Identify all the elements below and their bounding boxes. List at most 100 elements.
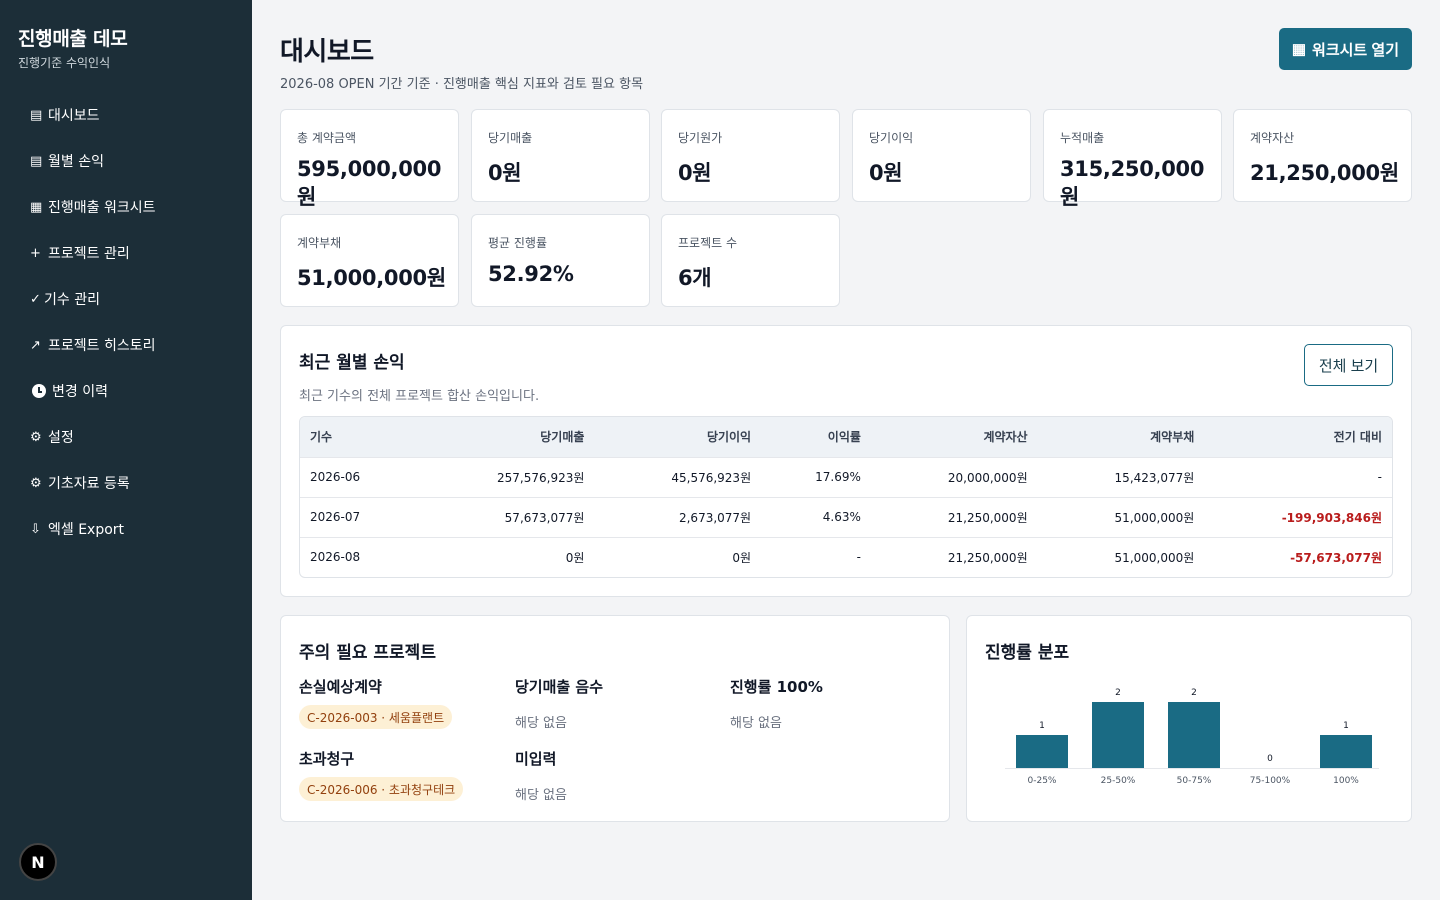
sidebar-item-label: 엑셀 Export (48, 522, 125, 538)
list-icon: ▤ (30, 153, 43, 169)
column-header: 기수 (310, 430, 333, 445)
table-cell: 2026-08 (300, 536, 405, 577)
sidebar-item-monthly-pl[interactable]: ▤ 월별 손익 (0, 138, 252, 184)
kpi-label: 누적매출 (1060, 131, 1105, 145)
table-cell-negative: -199,903,846원 (1204, 496, 1392, 537)
attention-projects-card: 주의 필요 프로젝트 손실예상계약 C-2026-003 · 세움플랜트 당기매… (280, 615, 950, 822)
table-cell: 21,250,000원 (870, 496, 1038, 537)
page-subtitle: 2026-08 OPEN 기간 기준 · 진행매출 핵심 지표와 검토 필요 항… (280, 77, 644, 92)
chart-data-label: 1 (1343, 721, 1349, 731)
negative-revenue-empty: 해당 없음 (515, 716, 567, 731)
column-header: 이익률 (827, 430, 861, 445)
gear-icon: ⚙ (30, 475, 42, 491)
kpi-card-avg-progress: 평균 진행률 52.92% (471, 214, 650, 307)
table-row: 2026-07 57,673,077원 2,673,077원 4.63% 21,… (300, 496, 1392, 537)
sidebar-item-history[interactable]: ↗ 프로젝트 히스토리 (0, 322, 252, 368)
kpi-value: 315,250,000원 (1060, 157, 1205, 209)
brand-subtitle: 진행기준 수익인식 (18, 56, 111, 70)
chart-category-label: 50-75% (1177, 776, 1212, 786)
over-billing-project-pill[interactable]: C-2026-006 · 초과청구테크 (299, 777, 464, 801)
trend-arrow-icon: ↗ (30, 337, 41, 353)
nextjs-logo-button[interactable]: N (19, 843, 57, 881)
kpi-card-contract-asset: 계약자산 21,250,000원 (1233, 109, 1412, 202)
sidebar-item-label: 대시보드 (48, 108, 100, 124)
missing-input-title: 미입력 (515, 750, 557, 768)
table-row: 2026-06 257,576,923원 45,576,923원 17.69% … (300, 456, 1392, 497)
chart-category-label: 100% (1333, 776, 1359, 786)
check-icon: ✓ (30, 291, 41, 307)
table-header-row: 기수 당기매출 당기이익 이익률 계약자산 계약부채 전기 대비 (300, 417, 1392, 457)
kpi-value: 51,000,000원 (297, 266, 446, 290)
grid-icon: ▦ (30, 199, 43, 215)
sidebar-item-label: 프로젝트 히스토리 (48, 338, 156, 354)
chart-data-label: 1 (1039, 721, 1045, 731)
progress-distribution-chart: 1 0-25% 2 25-50% 2 50-75% 0 75-100% 1 100% (1005, 688, 1379, 786)
table-cell: 0원 (594, 536, 762, 577)
chart-data-label: 2 (1115, 688, 1121, 698)
kpi-card-cumulative-revenue: 누적매출 315,250,000원 (1043, 109, 1222, 209)
column-header: 당기이익 (706, 430, 752, 445)
sidebar-item-dashboard[interactable]: ▤ 대시보드 (0, 92, 252, 138)
grid-icon: ▦ (1291, 41, 1307, 58)
kpi-value: 0원 (488, 161, 522, 185)
kpi-card-contract-liability: 계약부채 51,000,000원 (280, 214, 459, 307)
kpi-value: 6개 (678, 266, 712, 290)
table-cell: 257,576,923원 (404, 456, 595, 497)
sidebar-nav: ▤ 대시보드 ▤ 월별 손익 ▦ 진행매출 워크시트 + 프로젝트 관리 ✓ 기… (0, 92, 252, 552)
chart-category-label: 25-50% (1101, 776, 1136, 786)
sidebar-item-label: 프로젝트 관리 (48, 246, 130, 262)
sidebar-item-excel-export[interactable]: ⇩ 엑셀 Export (0, 506, 252, 552)
clock-icon (32, 384, 46, 398)
table-cell: 51,000,000원 (1037, 536, 1205, 577)
chart-bar (1320, 735, 1372, 768)
table-cell: 51,000,000원 (1037, 496, 1205, 537)
main-content: 대시보드 2026-08 OPEN 기간 기준 · 진행매출 핵심 지표와 검토… (280, 0, 1412, 900)
table-row: 2026-08 0원 0원 - 21,250,000원 51,000,000원 … (300, 536, 1392, 577)
kpi-card-project-count: 프로젝트 수 6개 (661, 214, 840, 307)
sidebar-item-label: 기초자료 등록 (48, 476, 130, 492)
kpi-label: 당기원가 (678, 131, 723, 145)
progress-full-empty: 해당 없음 (730, 716, 782, 731)
sidebar-item-label: 변경 이력 (52, 384, 108, 400)
plus-icon: + (30, 245, 41, 261)
table-cell: - (1204, 456, 1392, 497)
monthly-pl-card: 최근 월별 손익 최근 기수의 전체 프로젝트 합산 손익입니다. 전체 보기 … (280, 325, 1412, 597)
chart-data-label: 2 (1191, 688, 1197, 698)
column-header: 계약자산 (983, 430, 1028, 445)
column-header: 전기 대비 (1333, 430, 1382, 445)
table-cell: 0원 (404, 536, 595, 577)
sidebar-item-settings[interactable]: ⚙ 설정 (0, 414, 252, 460)
attention-title: 주의 필요 프로젝트 (299, 643, 436, 663)
sidebar-item-label: 설정 (48, 430, 74, 446)
kpi-label: 당기매출 (488, 131, 533, 145)
table-cell: - (761, 536, 871, 577)
table-cell: 21,250,000원 (870, 536, 1038, 577)
kpi-card-current-profit: 당기이익 0원 (852, 109, 1031, 202)
sidebar-item-projects[interactable]: + 프로젝트 관리 (0, 230, 252, 276)
loss-contract-title: 손실예상계약 (299, 678, 382, 696)
column-header: 계약부채 (1150, 430, 1195, 445)
over-billing-title: 초과청구 (299, 750, 355, 768)
kpi-label: 당기이익 (869, 131, 914, 145)
kpi-label: 총 계약금액 (297, 131, 357, 145)
monthly-pl-subtitle: 최근 기수의 전체 프로젝트 합산 손익입니다. (299, 389, 540, 404)
sidebar-item-worksheet[interactable]: ▦ 진행매출 워크시트 (0, 184, 252, 230)
gear-icon: ⚙ (30, 429, 42, 445)
sidebar-item-periods[interactable]: ✓ 기수 관리 (0, 276, 252, 322)
progress-full-title: 진행률 100% (730, 678, 823, 696)
open-worksheet-button[interactable]: ▦ 워크시트 열기 (1278, 28, 1412, 70)
chart-bar (1016, 735, 1068, 768)
table-cell-negative: -57,673,077원 (1204, 536, 1392, 577)
list-icon: ▤ (30, 107, 43, 123)
table-cell: 15,423,077원 (1037, 456, 1205, 497)
sidebar-item-changelog[interactable]: 변경 이력 (0, 368, 252, 414)
kpi-value: 595,000,000원 (297, 157, 442, 209)
open-worksheet-label: 워크시트 열기 (1312, 41, 1399, 59)
brand-title: 진행매출 데모 (18, 28, 128, 50)
loss-contract-project-pill[interactable]: C-2026-003 · 세움플랜트 (299, 705, 453, 729)
view-all-button[interactable]: 전체 보기 (1304, 344, 1393, 386)
chart-category-label: 0-25% (1028, 776, 1057, 786)
monthly-pl-title: 최근 월별 손익 (299, 353, 405, 373)
kpi-label: 프로젝트 수 (678, 236, 738, 250)
sidebar-item-base-data[interactable]: ⚙ 기초자료 등록 (0, 460, 252, 506)
